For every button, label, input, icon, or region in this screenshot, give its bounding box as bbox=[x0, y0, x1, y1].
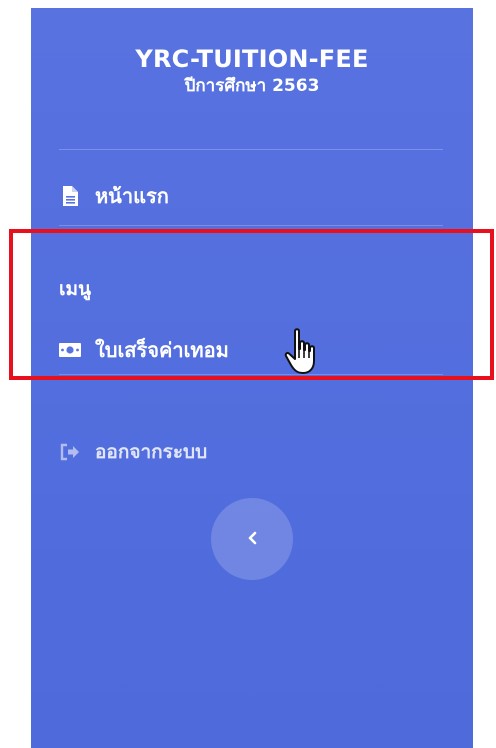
money-bill-icon bbox=[59, 342, 81, 358]
sidebar-item-home-label: หน้าแรก bbox=[95, 184, 169, 208]
sign-out-icon bbox=[59, 443, 81, 461]
sidebar-divider bbox=[59, 149, 443, 150]
sidebar-brand[interactable]: YRC-TUITION-FEE ปีการศึกษา 2563 bbox=[31, 44, 473, 98]
brand-title: YRC-TUITION-FEE bbox=[135, 45, 369, 73]
menu-heading: เมนู bbox=[59, 278, 92, 300]
sidebar: YRC-TUITION-FEE ปีการศึกษา 2563 หน้าแรก … bbox=[31, 8, 473, 748]
brand-subtitle: ปีการศึกษา 2563 bbox=[184, 76, 320, 96]
sidebar-divider bbox=[59, 374, 443, 375]
sidebar-toggle-button[interactable] bbox=[211, 498, 293, 580]
file-icon bbox=[59, 186, 81, 206]
chevron-left-icon bbox=[246, 530, 258, 549]
sidebar-item-home[interactable]: หน้าแรก bbox=[59, 180, 169, 212]
hand-cursor-icon bbox=[283, 327, 323, 377]
sidebar-item-logout-label: ออกจากระบบ bbox=[95, 441, 208, 463]
sidebar-item-logout[interactable]: ออกจากระบบ bbox=[59, 436, 207, 468]
sidebar-item-receipt-label: ใบเสร็จค่าเทอม bbox=[95, 338, 229, 362]
sidebar-item-receipt[interactable]: ใบเสร็จค่าเทอม bbox=[59, 333, 229, 367]
sidebar-divider bbox=[59, 225, 443, 226]
